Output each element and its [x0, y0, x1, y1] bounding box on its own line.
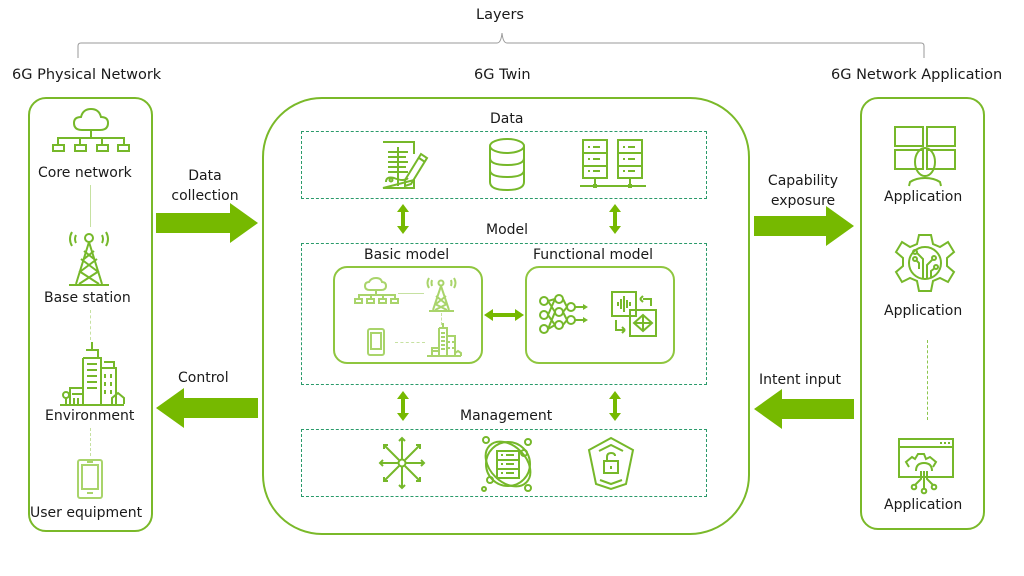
basic-connector-line	[398, 293, 424, 294]
capability-exposure-label: Capability exposure	[755, 171, 851, 211]
functional-model-label: Functional model	[533, 247, 654, 263]
dashboard-user-icon	[894, 126, 956, 187]
basic-mobile-phone-icon	[367, 328, 385, 356]
connector-dots	[90, 428, 91, 456]
basic-city-environment-icon	[427, 323, 462, 357]
document-edit-icon	[382, 141, 429, 189]
model-section-label: Model	[486, 222, 529, 238]
data-model-link-arrow-right	[609, 204, 621, 234]
gear-circuit-icon	[894, 234, 956, 292]
database-icon	[489, 138, 525, 192]
distribution-hub-icon	[378, 436, 426, 490]
base-station-label: Base station	[44, 290, 131, 306]
application-title: 6G Network Application	[831, 67, 1003, 83]
basic-core-network-icon	[354, 276, 399, 304]
orbit-server-icon	[481, 436, 532, 492]
twin-title: 6G Twin	[474, 67, 531, 83]
control-arrow	[156, 388, 258, 428]
base-station-icon	[69, 231, 109, 286]
application-label-1: Application	[884, 189, 963, 205]
capability-exposure-line1: Capability	[767, 173, 839, 189]
data-model-link-arrow-left	[397, 204, 409, 234]
data-section-label: Data	[490, 111, 524, 127]
neural-network-icon	[539, 294, 588, 334]
connector-dots	[90, 310, 91, 340]
control-label: Control	[178, 370, 229, 386]
application-more-dots	[927, 340, 928, 420]
management-section-label: Management	[460, 408, 553, 424]
user-equipment-label: User equipment	[30, 505, 143, 521]
intent-input-label: Intent input	[759, 372, 841, 388]
basic-connector-dots	[395, 342, 425, 343]
mobile-phone-icon	[77, 459, 103, 499]
data-collection-line1: Data	[188, 168, 222, 184]
data-collection-label: Data collection	[165, 166, 245, 206]
physical-network-title: 6G Physical Network	[12, 67, 162, 83]
core-network-label: Core network	[38, 165, 132, 181]
environment-label: Environment	[45, 408, 135, 424]
capability-exposure-arrow	[754, 206, 854, 246]
data-collection-arrow	[156, 203, 258, 243]
model-management-link-arrow-right	[609, 391, 621, 421]
layers-bracket	[77, 32, 925, 58]
connector-line	[90, 185, 91, 227]
city-environment-icon	[60, 342, 125, 406]
core-network-icon	[52, 107, 130, 152]
application-label-2: Application	[884, 303, 963, 319]
model-management-link-arrow-left	[397, 391, 409, 421]
signal-ai-loop-icon	[611, 291, 657, 337]
basic-base-station-icon	[426, 277, 457, 312]
browser-gear-icon	[898, 438, 954, 495]
security-unlock-icon	[587, 436, 635, 491]
application-label-3: Application	[884, 497, 963, 513]
intent-input-arrow	[754, 389, 854, 429]
basic-model-label: Basic model	[364, 247, 450, 263]
basic-functional-link-arrow	[484, 309, 524, 321]
server-rack-icon	[580, 139, 646, 188]
